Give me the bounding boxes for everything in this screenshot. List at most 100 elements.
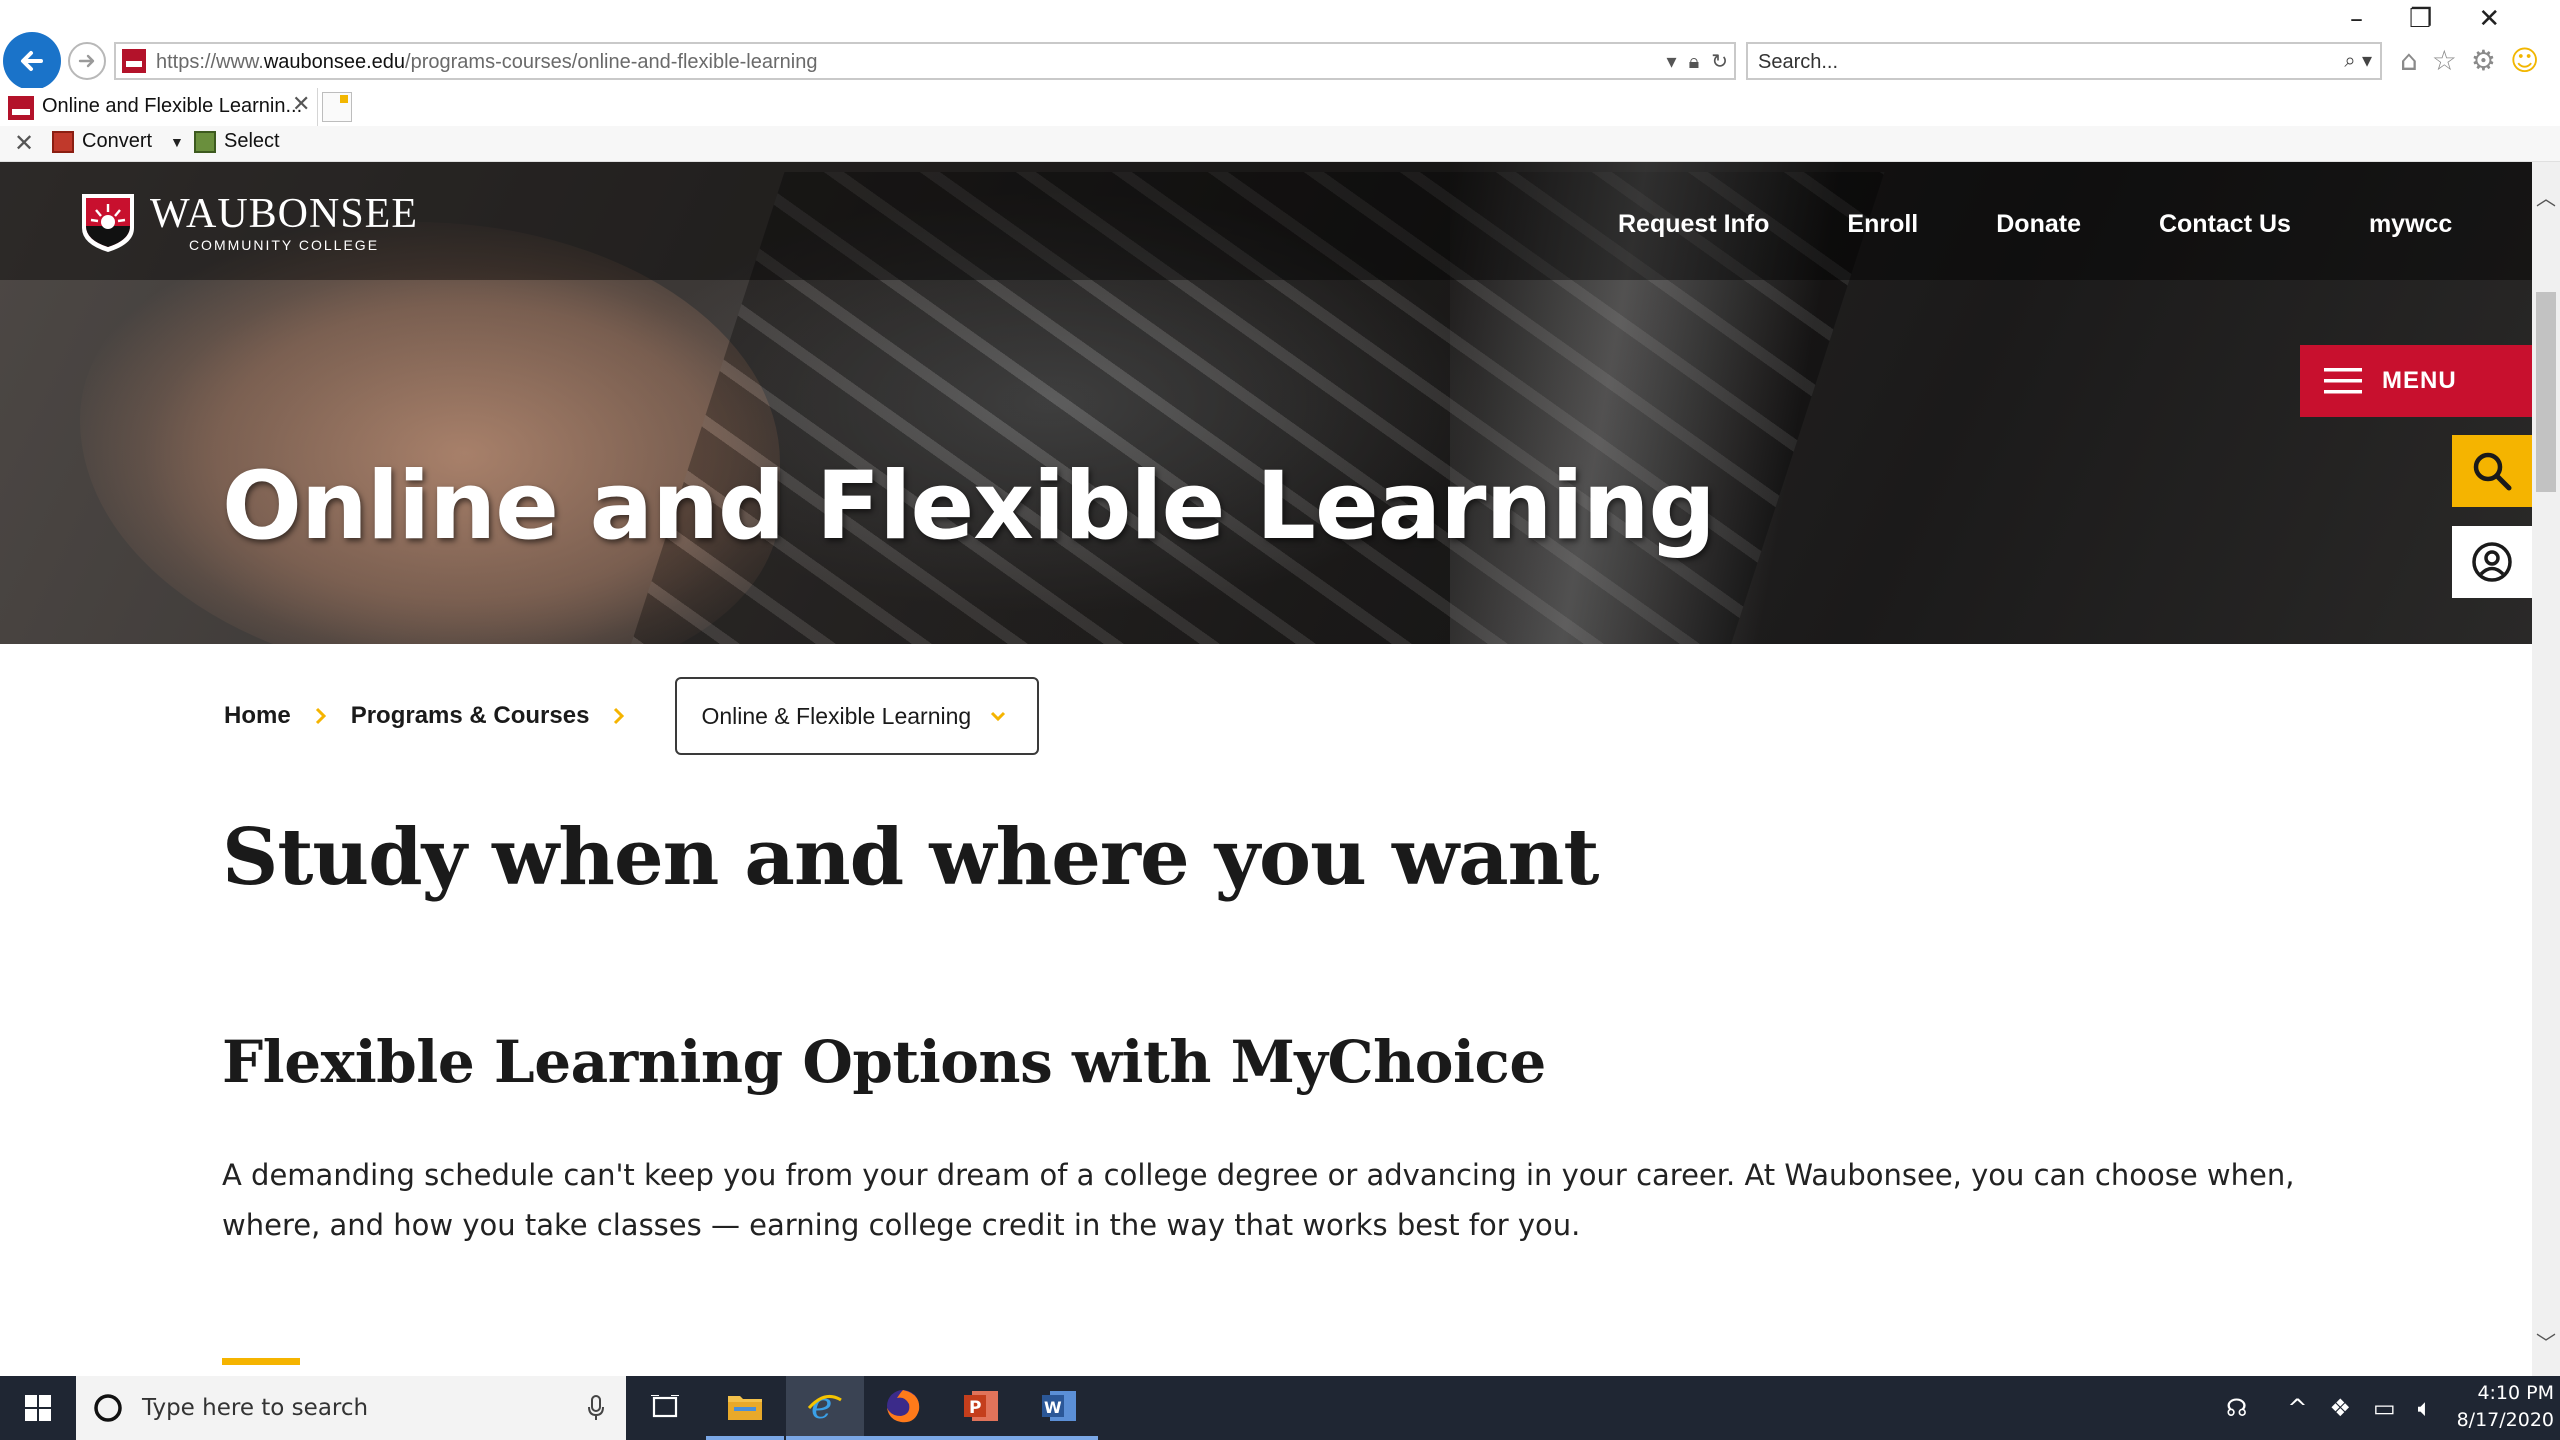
windows-logo-icon [25,1395,51,1421]
firefox-button[interactable] [864,1376,942,1440]
breadcrumb-home[interactable]: Home [224,702,291,730]
favorites-star-icon[interactable]: ☆ [2432,44,2457,77]
window-controls: – ❐ ✕ [2350,4,2500,34]
address-url: https://www.waubonsee.edu/programs-cours… [156,51,818,73]
command-bar: ✕ Convert ▼ Select [0,126,2560,162]
search-icon[interactable]: ⌕ [2344,48,2355,72]
breadcrumb-current-dropdown[interactable]: Online & Flexible Learning [675,677,1040,755]
site-search-button[interactable] [2452,435,2532,507]
file-explorer-button[interactable] [706,1376,784,1440]
breadcrumb-programs-courses[interactable]: Programs & Courses [351,702,590,730]
accent-divider [222,1358,300,1365]
tray-expand-icon[interactable]: ^ [2287,1394,2307,1422]
top-nav: Request Info Enroll Donate Contact Us my… [1618,210,2452,239]
settings-gear-icon[interactable]: ⚙ [2471,44,2496,77]
account-button[interactable] [2452,526,2532,598]
browser-search-box[interactable]: Search... ⌕ ▾ [1746,42,2382,80]
chevron-down-icon [991,711,1006,722]
network-icon[interactable]: ▭ [2373,1394,2396,1422]
restore-icon[interactable]: ❐ [2409,4,2432,34]
feedback-smiley-icon[interactable]: ☺ [2510,44,2539,77]
task-view-icon [651,1395,679,1418]
convert-button[interactable]: Convert ▼ [52,130,184,153]
file-explorer-icon [728,1396,762,1420]
address-row: https://www.waubonsee.edu/programs-cours… [0,0,2560,92]
task-view-button[interactable] [626,1376,704,1440]
taskbar-search-placeholder: Type here to search [142,1395,369,1421]
windows-taskbar: Type here to search e P W ☊ ^ ❖ ▭ 🔈︎ 4:1… [0,1376,2560,1440]
logo-subtitle: COMMUNITY COLLEGE [188,237,380,253]
convert-dropdown-icon[interactable]: ▼ [170,134,184,150]
page-heading: Study when and where you want [222,812,1599,903]
internet-explorer-button[interactable]: e [786,1376,864,1440]
intro-paragraph: A demanding schedule can't keep you from… [222,1158,2295,1242]
nav-donate[interactable]: Donate [1996,210,2081,239]
select-label: Select [224,130,280,152]
chevron-right-icon [315,707,326,725]
taskbar-search-box[interactable]: Type here to search [76,1376,626,1440]
system-tray: ☊ ^ ❖ ▭ 🔈︎ [2226,1376,2432,1440]
page-viewport: WAUBONSEE COMMUNITY COLLEGE Request Info… [0,162,2532,1376]
menu-label: MENU [2382,367,2457,394]
menu-button[interactable]: MENU [2300,345,2532,417]
word-button[interactable]: W [1020,1376,1098,1440]
tab-active[interactable]: Online and Flexible Learnin... ✕ [0,88,318,126]
breadcrumb-current-label: Online & Flexible Learning [701,702,972,729]
tab-favicon-icon [8,96,34,120]
hero-banner: WAUBONSEE COMMUNITY COLLEGE Request Info… [0,162,2532,644]
convert-label: Convert [82,130,153,152]
scroll-down-icon[interactable]: ﹀ [2532,1327,2560,1356]
page-scrollbar[interactable]: ︿ ﹀ [2532,162,2560,1376]
nav-enroll[interactable]: Enroll [1847,210,1918,239]
microphone-icon[interactable] [586,1394,606,1422]
back-button[interactable] [3,32,61,90]
user-account-icon [2472,542,2512,582]
nav-contact-us[interactable]: Contact Us [2159,210,2291,239]
dropbox-icon[interactable]: ❖ [2329,1394,2351,1422]
back-arrow-icon [21,51,43,71]
pdf-select-icon [194,130,216,153]
close-icon[interactable]: ✕ [2478,4,2500,34]
start-button[interactable] [0,1376,76,1440]
search-icons: ⌕ ▾ [2344,48,2372,72]
powerpoint-button[interactable]: P [942,1376,1020,1440]
close-command-bar-icon[interactable]: ✕ [14,129,34,157]
dropdown-arrow-icon[interactable]: ▾ [2362,48,2372,72]
section-heading: Flexible Learning Options with MyChoice [222,1028,1546,1096]
select-button[interactable]: Select [194,130,280,153]
address-bar[interactable]: https://www.waubonsee.edu/programs-cours… [114,42,1736,80]
tab-strip: Online and Flexible Learnin... ✕ [0,88,2560,126]
minimize-icon[interactable]: – [2350,4,2363,34]
nav-mywcc[interactable]: mywcc [2369,210,2452,239]
logo-shield-icon [82,194,134,252]
breadcrumb: Home Programs & Courses Online & Flexibl… [224,677,1040,755]
clock-date: 8/17/2020 [2456,1409,2554,1431]
logo-text: WAUBONSEE COMMUNITY COLLEGE [150,193,418,253]
clock-time: 4:10 PM [2477,1382,2554,1404]
hamburger-icon [2324,368,2362,394]
address-icons: ▾ 🔒︎ ↻ [1667,48,1728,74]
volume-icon[interactable]: 🔈︎ [2418,1394,2432,1422]
people-icon[interactable]: ☊ [2226,1394,2247,1422]
dropdown-arrow-icon[interactable]: ▾ [1667,49,1677,73]
hero-title: Online and Flexible Learning [222,452,1716,561]
site-logo[interactable]: WAUBONSEE COMMUNITY COLLEGE [80,192,418,254]
new-tab-button[interactable] [322,92,352,122]
firefox-icon [887,1390,920,1423]
lock-icon[interactable]: 🔒︎ [1689,49,1700,73]
site-favicon-icon [122,49,146,73]
scroll-thumb[interactable] [2536,292,2556,492]
search-icon [2473,452,2512,491]
taskbar-clock[interactable]: 4:10 PM 8/17/2020 [2444,1380,2554,1434]
scroll-up-icon[interactable]: ︿ [2532,182,2560,211]
forward-arrow-icon [78,54,95,68]
tab-close-icon[interactable]: ✕ [292,92,310,117]
powerpoint-icon: P [964,1391,998,1421]
forward-button[interactable] [68,42,106,80]
refresh-icon[interactable]: ↻ [1711,49,1728,73]
internet-explorer-icon: e [807,1386,842,1426]
nav-request-info[interactable]: Request Info [1618,210,1769,239]
svg-text:e: e [811,1386,832,1426]
chevron-right-icon [614,707,625,725]
home-icon[interactable]: ⌂ [2400,44,2418,77]
